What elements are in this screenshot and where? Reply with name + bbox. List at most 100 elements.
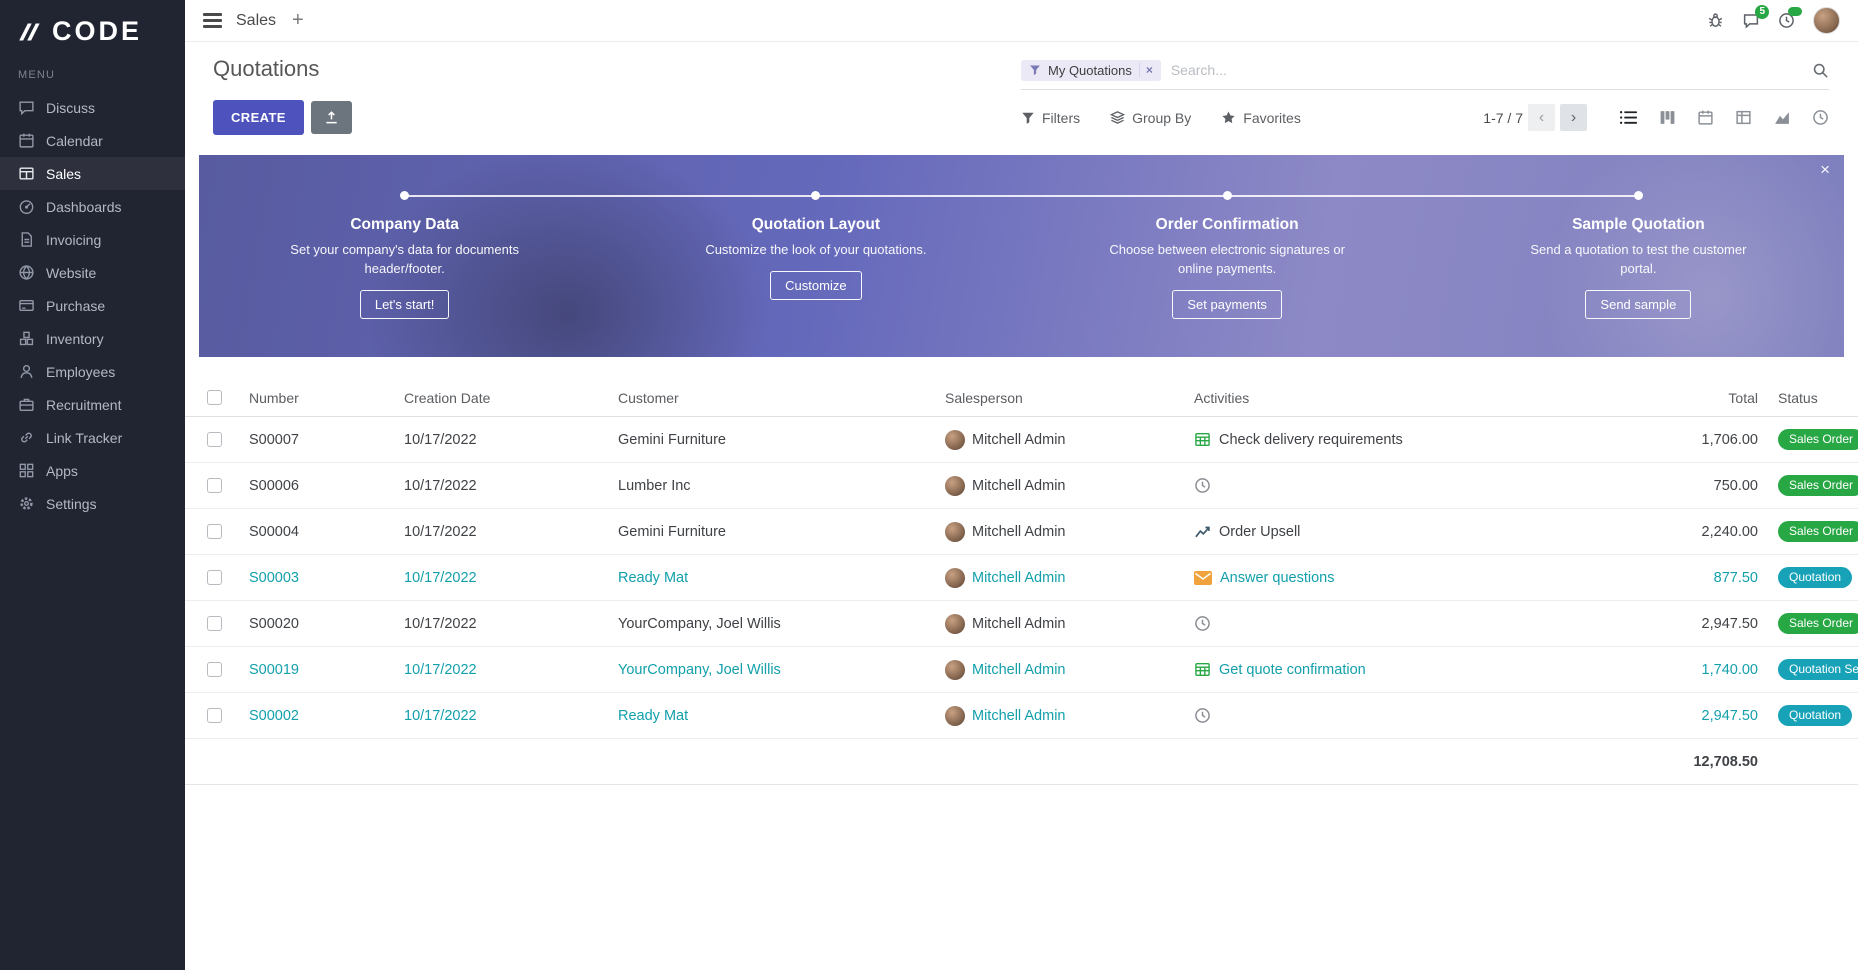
topbar-systray: 5 [1707,7,1840,34]
sidebar-item-employees[interactable]: Employees [0,355,185,388]
step-title: Quotation Layout [752,216,880,234]
cell-number: S00020 [249,616,404,632]
avatar [945,522,965,542]
avatar [945,430,965,450]
group-by-button[interactable]: Group By [1110,110,1191,126]
activity-view-icon[interactable] [1812,109,1829,126]
lets-start-button[interactable]: Let's start! [360,290,450,319]
sidebar-item-inventory[interactable]: Inventory [0,322,185,355]
bug-icon[interactable] [1707,12,1724,29]
spreadsheet-activity-icon [1194,431,1211,448]
header-number[interactable]: Number [249,390,404,406]
row-checkbox[interactable] [207,662,222,677]
sidebar-item-link-tracker[interactable]: Link Tracker [0,421,185,454]
activities-clock-icon[interactable] [1778,12,1795,29]
sidebar-item-settings[interactable]: Settings [0,487,185,520]
cell-salesperson: Mitchell Admin [945,660,1194,680]
cell-activities[interactable] [1194,477,1577,494]
export-button[interactable] [311,101,352,134]
table-row[interactable]: S00019 10/17/2022 YourCompany, Joel Will… [185,647,1858,693]
header-status[interactable]: Status [1758,390,1858,406]
facet-remove-icon[interactable]: × [1139,63,1153,77]
cell-activities[interactable]: Check delivery requirements [1194,431,1577,448]
footer-total: 12,708.50 [1577,754,1758,770]
table-row[interactable]: S00006 10/17/2022 Lumber Inc Mitchell Ad… [185,463,1858,509]
user-avatar[interactable] [1813,7,1840,34]
messages-icon[interactable]: 5 [1742,12,1760,29]
brand-logo[interactable]: CODE [0,0,185,67]
cell-activities[interactable]: Get quote confirmation [1194,661,1577,678]
inventory-icon [18,330,35,347]
send-sample-button[interactable]: Send sample [1585,290,1691,319]
row-checkbox[interactable] [207,708,222,723]
row-checkbox[interactable] [207,570,222,585]
brand-name: CODE [52,16,142,47]
activity-label: Answer questions [1220,570,1334,586]
graph-view-icon[interactable] [1773,109,1791,126]
topbar: Sales + 5 [185,0,1858,42]
customize-button[interactable]: Customize [770,271,861,300]
avatar [945,614,965,634]
sidebar-item-label: Calendar [46,133,103,149]
sidebar-item-recruitment[interactable]: Recruitment [0,388,185,421]
search-icon[interactable] [1812,62,1829,79]
favorites-button[interactable]: Favorites [1221,110,1301,126]
pager-range[interactable]: 1-7 / 7 [1483,110,1523,126]
set-payments-button[interactable]: Set payments [1172,290,1282,319]
row-checkbox[interactable] [207,478,222,493]
header-customer[interactable]: Customer [618,390,945,406]
table-row[interactable]: S00007 10/17/2022 Gemini Furniture Mitch… [185,417,1858,463]
row-checkbox[interactable] [207,616,222,631]
cell-customer: YourCompany, Joel Willis [618,616,945,632]
cell-customer: Ready Mat [618,708,945,724]
kanban-view-icon[interactable] [1659,109,1676,126]
sidebar-item-discuss[interactable]: Discuss [0,91,185,124]
header-creation-date[interactable]: Creation Date [404,390,618,406]
sidebar-item-calendar[interactable]: Calendar [0,124,185,157]
cell-activities[interactable]: Order Upsell [1194,523,1577,540]
header-activities[interactable]: Activities [1194,390,1577,406]
table-row[interactable]: S00004 10/17/2022 Gemini Furniture Mitch… [185,509,1858,555]
search-facet[interactable]: My Quotations × [1021,60,1161,81]
step-company-data: Company Data Set your company's data for… [199,191,610,357]
cell-date: 10/17/2022 [404,432,618,448]
select-all-checkbox[interactable] [207,390,222,405]
cell-status: Sales Order [1758,521,1858,542]
sidebar-item-sales[interactable]: Sales [0,157,185,190]
table-row[interactable]: S00020 10/17/2022 YourCompany, Joel Will… [185,601,1858,647]
step-order-confirmation: Order Confirmation Choose between electr… [1022,191,1433,357]
sidebar-item-website[interactable]: Website [0,256,185,289]
search-options: Filters Group By Favorites 1-7 / 7 ‹ › [1021,104,1829,131]
cell-date: 10/17/2022 [404,616,618,632]
create-button[interactable]: CREATE [213,100,304,135]
sidebar-item-apps[interactable]: Apps [0,454,185,487]
row-checkbox[interactable] [207,432,222,447]
table-row[interactable]: S00003 10/17/2022 Ready Mat Mitchell Adm… [185,555,1858,601]
sidebar-item-purchase[interactable]: Purchase [0,289,185,322]
status-badge: Quotation [1778,567,1852,588]
app-menu-sales[interactable]: Sales [236,12,276,30]
new-tab-button[interactable]: + [292,9,304,32]
sidebar-item-invoicing[interactable]: Invoicing [0,223,185,256]
header-salesperson[interactable]: Salesperson [945,390,1194,406]
header-total[interactable]: Total [1577,390,1758,406]
cell-activities[interactable] [1194,707,1577,724]
table-row[interactable]: S00002 10/17/2022 Ready Mat Mitchell Adm… [185,693,1858,739]
calendar-view-icon[interactable] [1697,109,1714,126]
hamburger-icon[interactable] [203,13,222,27]
cell-activities[interactable]: Answer questions [1194,570,1577,586]
sidebar-item-dashboards[interactable]: Dashboards [0,190,185,223]
search-input[interactable] [1161,58,1812,82]
pager-prev-button[interactable]: ‹ [1528,104,1555,131]
cell-activities[interactable] [1194,615,1577,632]
sidebar-item-label: Apps [46,463,78,479]
step-title: Sample Quotation [1572,216,1705,234]
list-view-icon[interactable] [1619,109,1638,126]
pager-next-button[interactable]: › [1560,104,1587,131]
pivot-view-icon[interactable] [1735,109,1752,126]
row-checkbox[interactable] [207,524,222,539]
chart-activity-icon [1194,523,1211,540]
sidebar-item-label: Sales [46,166,81,182]
filters-button[interactable]: Filters [1021,110,1080,126]
favorites-icon [1221,110,1236,125]
